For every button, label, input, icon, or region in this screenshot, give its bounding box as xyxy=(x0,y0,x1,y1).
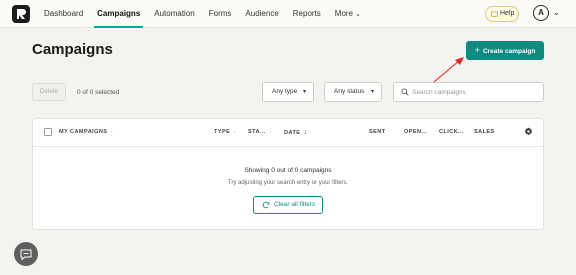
column-sent[interactable]: SENT xyxy=(369,129,386,135)
column-open[interactable]: OPEN... xyxy=(404,129,427,135)
table-header: MY CAMPAIGNS ↕ TYPE ↕ STA... ↕ DATE ↓ SENT O… xyxy=(33,119,543,147)
chat-icon xyxy=(20,249,32,260)
search-icon xyxy=(401,88,409,96)
sort-icon: ↕ xyxy=(233,129,237,135)
column-label: MY CAMPAIGNS xyxy=(59,129,108,135)
empty-state-title: Showing 0 out of 0 campaigns xyxy=(244,167,332,174)
search-box[interactable] xyxy=(393,82,544,102)
empty-state-subtitle: Try adjusting your search entry or your … xyxy=(227,180,349,186)
clear-filters-label: Clear all filters xyxy=(274,201,316,208)
sort-icon: ↕ xyxy=(268,129,273,135)
column-label: DATE xyxy=(284,130,301,136)
selected-count: 0 of 0 selected xyxy=(77,89,120,96)
chat-support-button[interactable] xyxy=(14,242,38,266)
refresh-icon xyxy=(262,201,270,209)
sort-icon: ↕ xyxy=(110,129,114,135)
column-type[interactable]: TYPE ↕ xyxy=(214,129,236,135)
chevron-down-icon: ▾ xyxy=(302,89,306,95)
type-filter-value: Any type xyxy=(272,88,298,95)
column-date[interactable]: DATE ↓ xyxy=(284,129,307,136)
column-click[interactable]: CLICK... xyxy=(439,129,464,135)
column-label: TYPE xyxy=(214,129,231,135)
campaigns-table: MY CAMPAIGNS ↕ TYPE ↕ STA... ↕ DATE ↓ SENT O… xyxy=(32,118,544,230)
status-filter-value: Any status xyxy=(334,88,365,95)
search-input[interactable] xyxy=(412,85,540,99)
status-filter-dropdown[interactable]: Any status ▾ xyxy=(324,82,382,102)
gear-icon[interactable] xyxy=(524,127,533,136)
sort-down-arrow-icon: ↓ xyxy=(303,129,308,136)
select-all-checkbox[interactable] xyxy=(44,128,52,136)
chevron-down-icon: ▾ xyxy=(370,89,374,95)
delete-button[interactable]: Delete xyxy=(32,83,66,101)
column-label: STA... xyxy=(248,129,266,135)
column-sales[interactable]: SALES xyxy=(474,129,495,135)
column-my-campaigns[interactable]: MY CAMPAIGNS ↕ xyxy=(59,129,114,135)
type-filter-dropdown[interactable]: Any type ▾ xyxy=(262,82,314,102)
column-status[interactable]: STA... ↕ xyxy=(248,129,272,135)
clear-filters-button[interactable]: Clear all filters xyxy=(253,196,323,214)
